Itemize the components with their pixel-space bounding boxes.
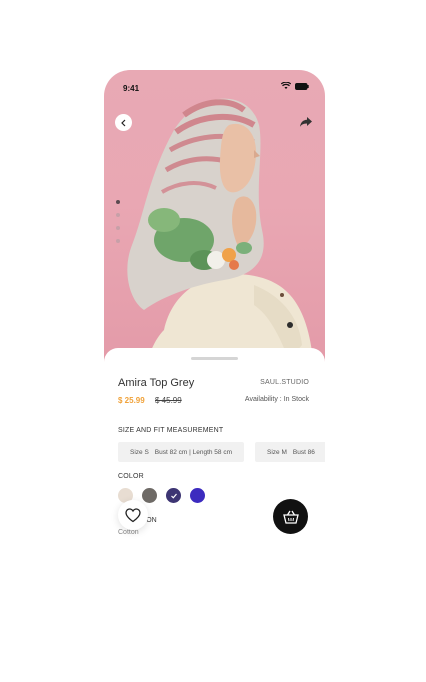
gallery-pagination xyxy=(116,200,120,243)
color-swatch[interactable] xyxy=(166,488,181,503)
back-button[interactable] xyxy=(115,114,132,131)
model-illustration xyxy=(127,98,314,370)
size-option-s[interactable]: Size S Bust 82 cm | Length 58 cm xyxy=(118,442,244,462)
composition-value: Cotton xyxy=(118,529,139,536)
product-image[interactable]: 9:41 xyxy=(104,70,325,370)
size-option-size: Size S xyxy=(130,448,149,456)
size-option-measure: Bust 86 xyxy=(292,448,315,456)
size-option-size: Size M xyxy=(267,448,287,456)
availability-text: Availability : In Stock xyxy=(244,396,309,403)
size-section-label: SIZE AND FIT MEASUREMENT xyxy=(118,427,224,434)
wifi-icon xyxy=(281,82,291,89)
color-swatch[interactable] xyxy=(190,488,205,503)
product-brand[interactable]: SAUL.STUDIO xyxy=(260,379,309,386)
color-section-label: COLOR xyxy=(118,473,144,480)
phone-frame: 9:41 Amira Top Grey SAUL.STUDIO $ 25.99 … xyxy=(104,70,325,550)
gallery-dot[interactable] xyxy=(116,200,120,204)
product-price: $ 25.99 xyxy=(118,396,145,405)
product-title: Amira Top Grey xyxy=(118,377,195,389)
product-old-price: $ 45.99 xyxy=(155,396,182,405)
status-bar: 9:41 xyxy=(104,70,325,104)
add-to-cart-button[interactable] xyxy=(273,499,308,534)
share-button[interactable] xyxy=(298,114,314,130)
gallery-dot[interactable] xyxy=(116,213,120,217)
size-options: Size S Bust 82 cm | Length 58 cm Size M … xyxy=(118,442,325,462)
gallery-dot[interactable] xyxy=(116,239,120,243)
check-icon xyxy=(170,493,177,499)
basket-icon xyxy=(282,510,299,524)
heart-icon xyxy=(125,507,141,522)
sheet-grabber[interactable] xyxy=(191,357,238,360)
battery-icon xyxy=(295,82,309,90)
color-swatch[interactable] xyxy=(142,488,157,503)
chevron-left-icon xyxy=(120,119,125,126)
product-details-sheet: Amira Top Grey SAUL.STUDIO $ 25.99 $ 45.… xyxy=(104,348,325,550)
status-time: 9:41 xyxy=(123,84,140,93)
gallery-dot[interactable] xyxy=(116,226,120,230)
share-icon xyxy=(300,117,312,127)
size-option-measure: Bust 82 cm | Length 58 cm xyxy=(154,448,232,456)
favorite-button[interactable] xyxy=(118,500,148,530)
size-option-m[interactable]: Size M Bust 86 xyxy=(255,442,325,462)
